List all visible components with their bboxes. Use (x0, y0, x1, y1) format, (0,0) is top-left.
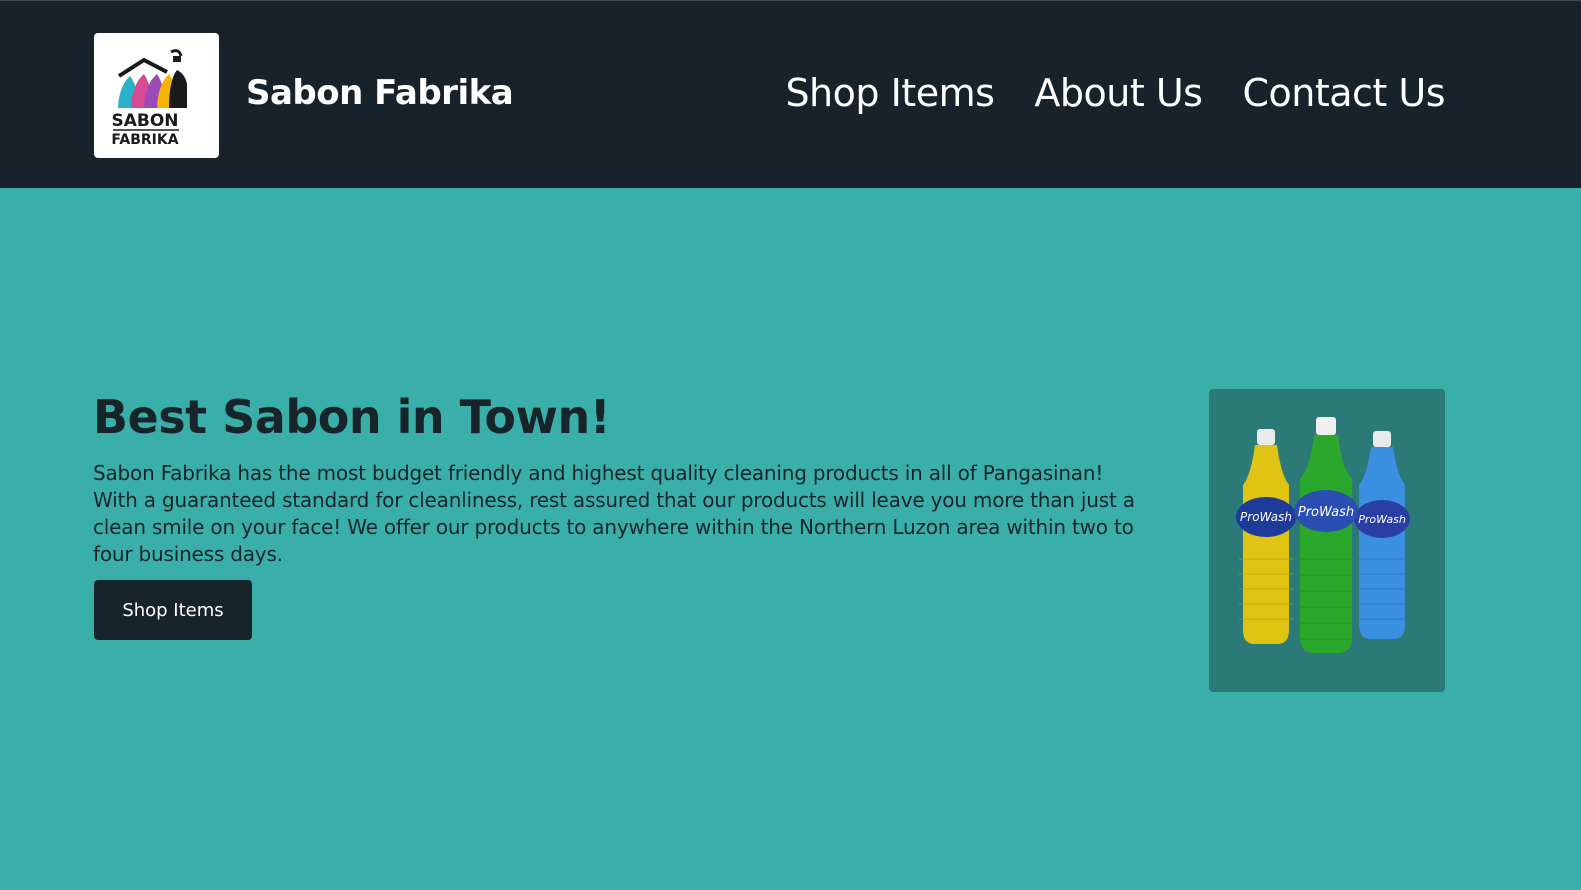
yellow-bottle: ProWash (1236, 429, 1296, 644)
nav-about-us[interactable]: About Us (1034, 71, 1203, 115)
nav-contact-us[interactable]: Contact Us (1242, 71, 1445, 115)
sabon-fabrika-logo[interactable]: SABON FABRIKA (94, 33, 219, 158)
green-bottle: ProWash (1294, 417, 1358, 653)
green-bottle-label: ProWash (1298, 505, 1354, 520)
product-image-card: ProWash ProWash ProWash (1209, 389, 1445, 692)
hero-description: Sabon Fabrika has the most budget friend… (93, 461, 1135, 566)
hero-title: Best Sabon in Town! (93, 390, 611, 444)
nav-shop-items[interactable]: Shop Items (785, 71, 994, 115)
prowash-bottles-image: ProWash ProWash ProWash (1236, 417, 1410, 653)
main-nav: Shop Items About Us Contact Us (785, 71, 1445, 115)
logo-text-sabon: SABON (111, 111, 178, 131)
blue-bottle-label: ProWash (1358, 513, 1406, 526)
shop-items-button[interactable]: Shop Items (94, 580, 252, 640)
logo-text-fabrika: FABRIKA (111, 132, 178, 146)
yellow-bottle-label: ProWash (1240, 510, 1292, 524)
blue-bottle: ProWash (1354, 431, 1410, 639)
brand-name[interactable]: Sabon Fabrika (246, 73, 514, 113)
site-header: SABON FABRIKA Sabon Fabrika Shop Items A… (0, 0, 1581, 188)
logo-icon: SABON FABRIKA (111, 48, 187, 146)
